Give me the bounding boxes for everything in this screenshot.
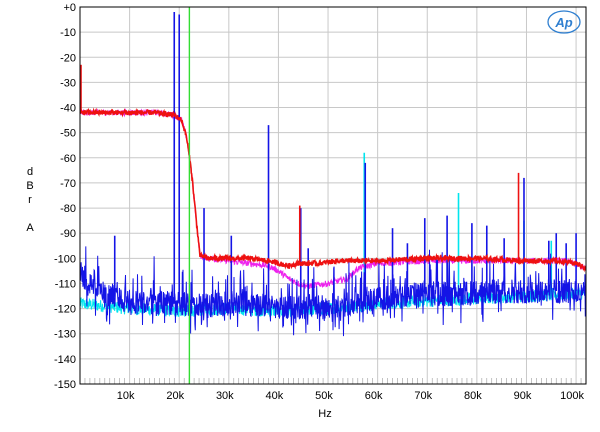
y-tick-label: -70 <box>60 178 76 190</box>
ap-logo-text: Ap <box>554 15 572 30</box>
y-tick-label: -10 <box>60 27 76 39</box>
x-tick-label: 20k <box>166 390 184 402</box>
x-axis-title: Hz <box>318 408 331 420</box>
y-tick-label: -130 <box>54 329 76 341</box>
x-tick-label: 100k <box>560 390 584 402</box>
y-axis-title-char: A <box>26 222 34 234</box>
y-axis-title-char: B <box>26 180 33 192</box>
y-tick-label: -40 <box>60 103 76 115</box>
y-tick-label: -30 <box>60 77 76 89</box>
x-tick-label: 60k <box>365 390 383 402</box>
y-axis-title-char: d <box>27 166 33 178</box>
x-tick-label: 90k <box>514 390 532 402</box>
y-tick-label: -100 <box>54 253 76 265</box>
fft-spectrum-chart: +0 -10 -20 -30 -40 -50 -60 -70 -80 -90 -100 -110 -12… <box>0 0 600 432</box>
y-tick-label: -90 <box>60 228 76 240</box>
y-tick-label: -20 <box>60 52 76 64</box>
y-tick-label: +0 <box>63 2 76 14</box>
x-minor-ticks <box>84 378 582 384</box>
y-axis-title-char: r <box>28 194 32 206</box>
x-tick-label: 80k <box>464 390 482 402</box>
y-tick-label: -110 <box>55 278 76 290</box>
x-tick-label: 30k <box>216 390 234 402</box>
x-tick-label: 70k <box>414 390 432 402</box>
y-tick-label: -60 <box>60 153 76 165</box>
x-tick-label: 40k <box>266 390 284 402</box>
y-tick-label: -150 <box>54 379 76 391</box>
y-tick-label: -120 <box>54 304 76 316</box>
y-tick-label: -80 <box>60 203 76 215</box>
x-tick-label: 10k <box>117 390 135 402</box>
y-tick-label: -50 <box>60 128 76 140</box>
x-tick-label: 50k <box>315 390 333 402</box>
y-tick-label: -140 <box>54 354 76 366</box>
